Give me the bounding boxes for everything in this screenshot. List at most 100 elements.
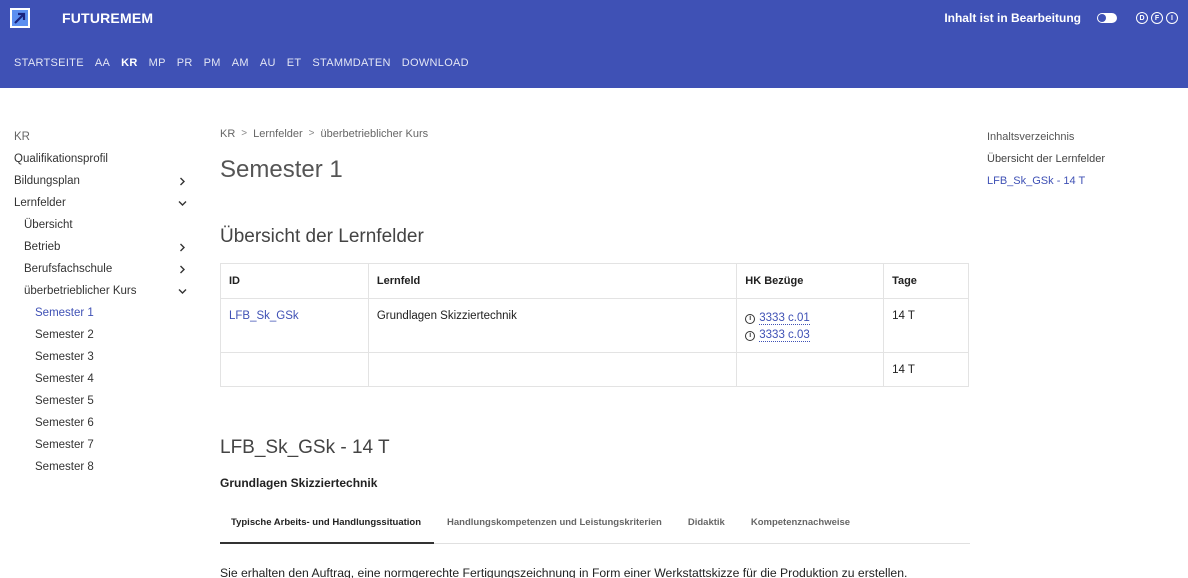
sidebar-item-label: Berufsfachschule: [24, 263, 113, 275]
breadcrumb-item-ueberbetrieblicher-kurs[interactable]: überbetrieblicher Kurs: [321, 126, 429, 142]
cell-total-tage: 14 T: [883, 352, 969, 387]
table-row: LFB_Sk_GSk Grundlagen Skizziertechnik i …: [220, 298, 969, 353]
hk-reference-link[interactable]: 3333 c.01: [759, 312, 810, 325]
cell-tage: 14 T: [883, 298, 969, 353]
breadcrumb-separator-icon: >: [308, 128, 315, 139]
tab-handlungskompetenzen[interactable]: Handlungskompetenzen und Leistungskriter…: [434, 514, 675, 544]
nav-pm[interactable]: PM: [204, 57, 221, 69]
cell-empty: [367, 352, 738, 387]
page-title: Semester 1: [220, 156, 343, 183]
app-logo-icon: [10, 8, 30, 28]
breadcrumb-item-lernfelder[interactable]: Lernfelder: [253, 126, 303, 142]
nav-au[interactable]: AU: [260, 57, 276, 69]
sidebar-item-semester-3[interactable]: Semester 3: [14, 346, 194, 368]
sidebar-item-label: Semester 7: [35, 439, 94, 451]
tab-arbeits-handlungssituation[interactable]: Typische Arbeits- und Handlungssituation: [220, 514, 435, 544]
sidebar-item-uebersicht[interactable]: Übersicht: [14, 214, 194, 236]
chevron-right-icon[interactable]: [176, 170, 188, 192]
edit-status-text: Inhalt ist in Bearbeitung: [944, 11, 1081, 25]
nav-et[interactable]: ET: [287, 57, 302, 69]
chevron-right-icon[interactable]: [176, 258, 188, 280]
sidebar-item-semester-2[interactable]: Semester 2: [14, 324, 194, 346]
brand-name: FUTUREMEM: [62, 10, 154, 26]
info-icon[interactable]: i: [745, 313, 756, 324]
sidebar-item-bildungsplan[interactable]: Bildungsplan: [14, 170, 194, 192]
sidebar-item-label: Bildungsplan: [14, 175, 80, 187]
tab-content-text: Sie erhalten den Auftrag, eine normgerec…: [220, 566, 908, 578]
sidebar-title: KR: [14, 131, 30, 143]
sidebar-item-semester-6[interactable]: Semester 6: [14, 412, 194, 434]
language-de-button[interactable]: D: [1136, 12, 1148, 24]
nav-pr[interactable]: PR: [177, 57, 193, 69]
sidebar-item-label: Semester 4: [35, 373, 94, 385]
sidebar-item-ueberbetrieblicher-kurs[interactable]: überbetrieblicher Kurs: [14, 280, 194, 302]
sidebar-item-semester-5[interactable]: Semester 5: [14, 390, 194, 412]
column-header-id: ID: [220, 263, 369, 299]
sidebar-item-semester-1[interactable]: Semester 1: [14, 302, 194, 324]
lernfeld-subtitle: Grundlagen Skizziertechnik: [220, 476, 378, 490]
sidebar-item-semester-4[interactable]: Semester 4: [14, 368, 194, 390]
nav-stammdaten[interactable]: STAMMDATEN: [312, 57, 390, 69]
tab-kompetenznachweise[interactable]: Kompetenznachweise: [738, 514, 863, 544]
table-total-row: 14 T: [220, 352, 969, 387]
sidebar-item-lernfelder[interactable]: Lernfelder: [14, 192, 194, 214]
lernfeld-heading: LFB_Sk_GSk - 14 T: [220, 437, 390, 458]
sidebar-item-label: Semester 2: [35, 329, 94, 341]
sidebar-navigation: KR Qualifikationsprofil Bildungsplan Ler…: [14, 126, 194, 478]
sidebar-item-berufsfachschule[interactable]: Berufsfachschule: [14, 258, 194, 280]
main-content: KR > Lernfelder > überbetrieblicher Kurs…: [220, 126, 970, 578]
cell-lernfeld: Grundlagen Skizziertechnik: [367, 298, 738, 353]
sidebar-item-semester-8[interactable]: Semester 8: [14, 456, 194, 478]
lernfeld-tabs: Typische Arbeits- und Handlungssituation…: [220, 514, 970, 544]
toc-title: Inhaltsverzeichnis: [987, 131, 1075, 143]
sidebar-item-label: Semester 1: [35, 307, 94, 319]
edit-mode-toggle[interactable]: [1097, 13, 1117, 23]
top-app-bar: FUTUREMEM Inhalt ist in Bearbeitung D F …: [0, 0, 1188, 88]
info-icon[interactable]: i: [745, 330, 756, 341]
language-it-button[interactable]: I: [1166, 12, 1178, 24]
header-actions: Inhalt ist in Bearbeitung D F I: [944, 8, 1178, 28]
cell-hk-bezuege: i 3333 c.01 i 3333 c.03: [736, 298, 885, 353]
column-header-hk-bezuege: HK Bezüge: [736, 263, 885, 299]
sidebar-item-label: Semester 8: [35, 461, 94, 473]
nav-am[interactable]: AM: [232, 57, 249, 69]
table-header-row: ID Lernfeld HK Bezüge Tage: [220, 263, 969, 299]
brand[interactable]: FUTUREMEM: [10, 6, 153, 30]
overview-section-title: Übersicht der Lernfelder: [220, 226, 424, 247]
column-header-tage: Tage: [883, 263, 969, 299]
sidebar-item-label: Semester 5: [35, 395, 94, 407]
sidebar-item-label: Semester 6: [35, 417, 94, 429]
sidebar-item-qualifikationsprofil[interactable]: Qualifikationsprofil: [14, 148, 194, 170]
breadcrumb-separator-icon: >: [241, 128, 248, 139]
toc-item-uebersicht[interactable]: Übersicht der Lernfelder: [987, 148, 1177, 170]
nav-startseite[interactable]: STARTSEITE: [14, 57, 84, 69]
cell-empty: [220, 352, 369, 387]
breadcrumb: KR > Lernfelder > überbetrieblicher Kurs: [220, 126, 970, 142]
tab-didaktik[interactable]: Didaktik: [675, 514, 738, 544]
table-of-contents: Inhaltsverzeichnis Übersicht der Lernfel…: [987, 126, 1177, 192]
hk-reference: i 3333 c.01: [745, 310, 875, 327]
toc-item-lernfeld[interactable]: LFB_Sk_GSk - 14 T: [987, 170, 1177, 192]
sidebar-item-betrieb[interactable]: Betrieb: [14, 236, 194, 258]
language-fr-button[interactable]: F: [1151, 12, 1163, 24]
chevron-right-icon[interactable]: [176, 236, 188, 258]
nav-aa[interactable]: AA: [95, 57, 110, 69]
sidebar-item-label: Semester 3: [35, 351, 94, 363]
nav-mp[interactable]: MP: [149, 57, 166, 69]
cell-id: LFB_Sk_GSk: [220, 298, 369, 353]
sidebar-item-label: Qualifikationsprofil: [14, 153, 108, 165]
hk-reference: i 3333 c.03: [745, 327, 875, 344]
hk-reference-link[interactable]: 3333 c.03: [759, 329, 810, 342]
nav-kr[interactable]: KR: [121, 57, 138, 69]
chevron-down-icon[interactable]: [176, 192, 188, 214]
chevron-down-icon[interactable]: [176, 280, 188, 302]
sidebar-item-label: überbetrieblicher Kurs: [24, 285, 137, 297]
lernfeld-id-link[interactable]: LFB_Sk_GSk: [229, 310, 299, 322]
lernfelder-table: ID Lernfeld HK Bezüge Tage LFB_Sk_GSk Gr…: [220, 263, 969, 387]
main-navigation: STARTSEITE AA KR MP PR PM AM AU ET STAMM…: [0, 52, 480, 74]
sidebar-item-semester-7[interactable]: Semester 7: [14, 434, 194, 456]
cell-empty: [736, 352, 885, 387]
column-header-lernfeld: Lernfeld: [367, 263, 738, 299]
breadcrumb-item-kr[interactable]: KR: [220, 126, 235, 142]
nav-download[interactable]: DOWNLOAD: [402, 57, 469, 69]
